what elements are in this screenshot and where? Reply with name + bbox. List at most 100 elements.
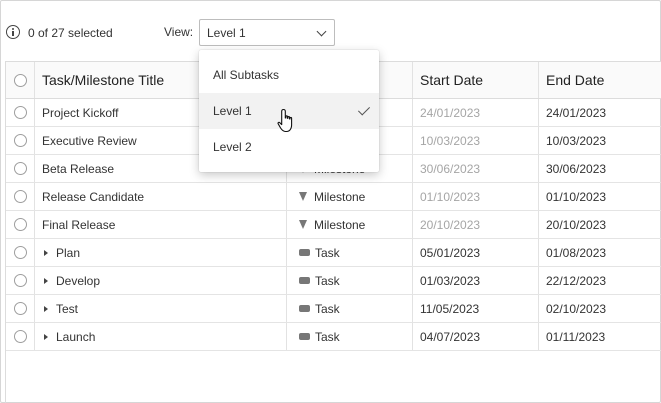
expand-caret-icon[interactable] xyxy=(44,305,48,312)
end-date-cell[interactable]: 22/12/2023 xyxy=(539,267,661,294)
task-icon xyxy=(299,305,310,312)
row-select-radio[interactable] xyxy=(13,134,27,147)
type-cell: Task xyxy=(287,239,413,266)
start-date-cell[interactable]: 05/01/2023 xyxy=(413,239,539,266)
start-date: 20/10/2023 xyxy=(420,217,481,232)
task-title: Release Candidate xyxy=(42,189,145,204)
header-end-date[interactable]: End Date xyxy=(539,62,661,98)
view-select[interactable]: Level 1 xyxy=(199,19,335,46)
row-select-radio[interactable] xyxy=(13,246,27,259)
option-label: Level 2 xyxy=(213,140,252,154)
end-date: 22/12/2023 xyxy=(546,273,607,288)
start-date: 24/01/2023 xyxy=(420,105,481,120)
view-label: View: xyxy=(164,25,194,39)
expand-caret-icon[interactable] xyxy=(44,277,48,284)
row-select-cell xyxy=(6,323,35,350)
end-date: 01/08/2023 xyxy=(546,245,607,260)
start-date-cell[interactable]: 11/05/2023 xyxy=(413,295,539,322)
start-date-cell[interactable]: 30/06/2023 xyxy=(413,155,539,182)
end-date: 24/01/2023 xyxy=(546,105,607,120)
task-type: Task xyxy=(315,245,340,260)
dropdown-option-level-2[interactable]: Level 2 xyxy=(199,129,379,165)
milestone-icon xyxy=(299,192,307,201)
start-date-cell[interactable]: 01/10/2023 xyxy=(413,183,539,210)
task-title: Project Kickoff xyxy=(42,105,119,120)
table-row[interactable]: Develop Task 01/03/2023 22/12/2023 xyxy=(6,267,661,295)
row-select-cell xyxy=(6,155,35,182)
info-icon[interactable] xyxy=(6,25,20,39)
end-date: 30/06/2023 xyxy=(546,161,607,176)
table-row[interactable]: Launch Task 04/07/2023 01/11/2023 xyxy=(6,323,661,351)
end-date: 02/10/2023 xyxy=(546,301,607,316)
row-select-radio[interactable] xyxy=(13,274,27,287)
row-select-radio[interactable] xyxy=(13,106,27,119)
grid-empty-area xyxy=(6,351,661,403)
table-row[interactable]: Final Release Milestone 20/10/2023 20/10/20… xyxy=(6,211,661,239)
option-label: All Subtasks xyxy=(213,68,280,82)
option-label: Level 1 xyxy=(213,104,252,118)
start-date-cell[interactable]: 10/03/2023 xyxy=(413,127,539,154)
task-icon xyxy=(299,277,310,284)
task-title: Beta Release xyxy=(42,161,115,176)
task-title: Launch xyxy=(56,329,96,344)
end-date-cell[interactable]: 20/10/2023 xyxy=(539,211,661,238)
start-date-cell[interactable]: 04/07/2023 xyxy=(413,323,539,350)
end-date: 01/11/2023 xyxy=(546,329,606,344)
title-cell[interactable]: Develop xyxy=(35,267,287,294)
start-date: 01/10/2023 xyxy=(420,189,481,204)
row-select-cell xyxy=(6,127,35,154)
check-icon xyxy=(357,103,371,116)
start-date-cell[interactable]: 20/10/2023 xyxy=(413,211,539,238)
chevron-down-icon xyxy=(316,26,327,37)
task-type: Milestone xyxy=(314,189,366,204)
table-row[interactable]: Test Task 11/05/2023 02/10/2023 xyxy=(6,295,661,323)
row-select-cell xyxy=(6,183,35,210)
start-date: 01/03/2023 xyxy=(420,273,481,288)
end-date-cell[interactable]: 01/10/2023 xyxy=(539,183,661,210)
end-date-cell[interactable]: 24/01/2023 xyxy=(539,99,661,126)
title-cell[interactable]: Plan xyxy=(35,239,287,266)
row-select-radio[interactable] xyxy=(13,330,27,343)
row-select-cell xyxy=(6,267,35,294)
table-row[interactable]: Plan Task 05/01/2023 01/08/2023 xyxy=(6,239,661,267)
row-select-radio[interactable] xyxy=(13,190,27,203)
start-date-cell[interactable]: 01/03/2023 xyxy=(413,267,539,294)
milestone-icon xyxy=(299,220,307,229)
dropdown-option-all-subtasks[interactable]: All Subtasks xyxy=(199,57,379,93)
end-date-cell[interactable]: 30/06/2023 xyxy=(539,155,661,182)
start-date: 05/01/2023 xyxy=(420,245,481,260)
type-cell: Milestone xyxy=(287,211,413,238)
table-row[interactable]: Release Candidate Milestone 01/10/2023 01/1… xyxy=(6,183,661,211)
end-date: 01/10/2023 xyxy=(546,189,607,204)
end-date-cell[interactable]: 01/11/2023 xyxy=(539,323,661,350)
end-date-cell[interactable]: 02/10/2023 xyxy=(539,295,661,322)
row-select-radio[interactable] xyxy=(13,302,27,315)
task-type: Task xyxy=(315,301,340,316)
row-select-radio[interactable] xyxy=(13,218,27,231)
task-type: Task xyxy=(315,329,340,344)
row-select-cell xyxy=(6,295,35,322)
start-date-cell[interactable]: 24/01/2023 xyxy=(413,99,539,126)
selection-count: 0 of 27 selected xyxy=(28,26,113,40)
title-cell[interactable]: Release Candidate xyxy=(35,183,287,210)
header-select-cell xyxy=(6,62,35,98)
title-cell[interactable]: Final Release xyxy=(35,211,287,238)
type-cell: Task xyxy=(287,323,413,350)
end-date-cell[interactable]: 01/08/2023 xyxy=(539,239,661,266)
task-icon xyxy=(299,333,310,340)
row-select-cell xyxy=(6,239,35,266)
end-date-cell[interactable]: 10/03/2023 xyxy=(539,127,661,154)
row-select-radio[interactable] xyxy=(13,162,27,175)
type-cell: Task xyxy=(287,295,413,322)
expand-caret-icon[interactable] xyxy=(44,249,48,256)
title-cell[interactable]: Test xyxy=(35,295,287,322)
type-cell: Task xyxy=(287,267,413,294)
row-select-cell xyxy=(6,99,35,126)
type-cell: Milestone xyxy=(287,183,413,210)
expand-caret-icon[interactable] xyxy=(44,333,48,340)
end-date: 20/10/2023 xyxy=(546,217,607,232)
header-start-date[interactable]: Start Date xyxy=(413,62,539,98)
title-cell[interactable]: Launch xyxy=(35,323,287,350)
task-title: Plan xyxy=(56,245,81,260)
select-all-radio[interactable] xyxy=(13,73,27,87)
